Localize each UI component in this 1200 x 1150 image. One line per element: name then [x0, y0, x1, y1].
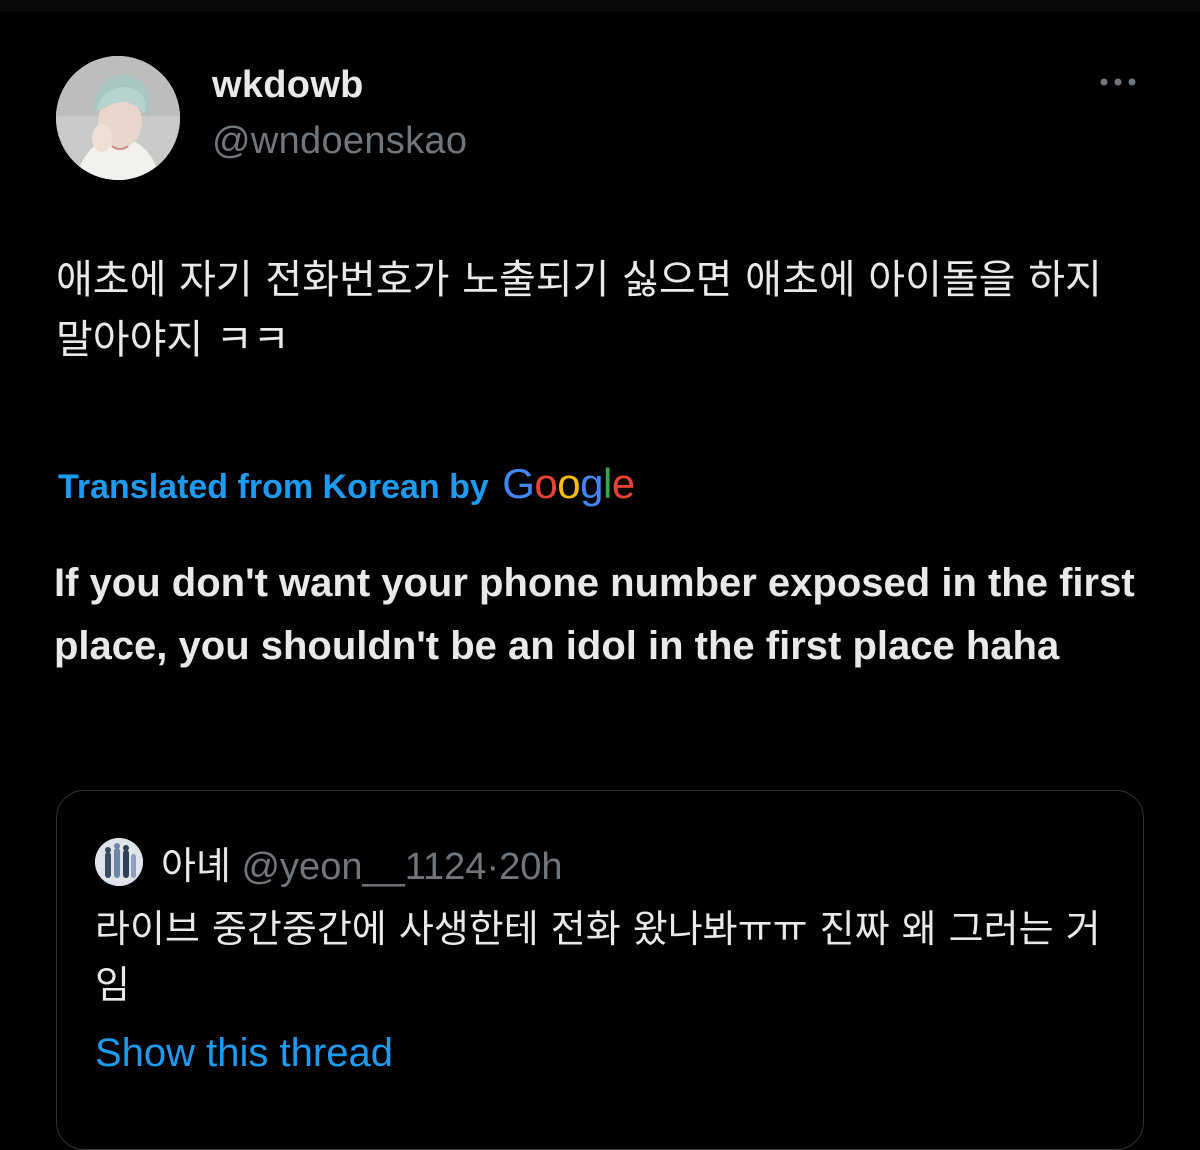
- translated-label: Translated from Korean by: [58, 468, 489, 506]
- quoted-tweet-text: 라이브 중간중간에 사생한테 전화 왔나봐ㅠㅠ 진짜 왜 그러는 거임: [95, 907, 1101, 1007]
- quoted-author-handle[interactable]: @yeon__1124: [241, 846, 486, 888]
- more-horizontal-icon: [1100, 78, 1136, 86]
- author-avatar[interactable]: [56, 56, 180, 180]
- google-logo: Google: [502, 460, 635, 507]
- quoted-tweet-time[interactable]: 20h: [499, 846, 562, 888]
- google-logo-letter: l: [602, 460, 612, 507]
- show-thread-link[interactable]: Show this thread: [95, 1031, 393, 1076]
- google-logo-letter: o: [534, 460, 558, 507]
- quoted-tweet-header: 아녜 @yeon__1124·20h: [161, 835, 563, 890]
- google-logo-letter: o: [557, 460, 581, 507]
- separator-dot: ·: [486, 846, 500, 888]
- top-divider: [0, 0, 1200, 12]
- google-logo-letter: G: [502, 460, 535, 507]
- translation-attribution[interactable]: Translated from Korean by Google: [58, 460, 635, 508]
- tweet-original-text: 애초에 자기 전화번호가 노출되기 싫으면 애초에 아이돌을 하지 말아야지 ㅋ…: [56, 257, 1102, 363]
- author-handle[interactable]: @wndoenskao: [212, 120, 467, 163]
- more-options-button[interactable]: [1092, 64, 1144, 100]
- google-logo-letter: g: [580, 460, 603, 507]
- tweet-translated-text: If you don't want your phone number expo…: [54, 561, 1135, 668]
- quoted-author-name[interactable]: 아녜: [161, 844, 231, 888]
- author-display-name[interactable]: wkdowb: [212, 64, 364, 107]
- google-logo-letter: e: [611, 460, 635, 507]
- quoted-tweet-card[interactable]: 아녜 @yeon__1124·20h 라이브 중간중간에 사생한테 전화 왔나봐…: [56, 790, 1144, 1150]
- quoted-author-avatar[interactable]: [95, 838, 143, 886]
